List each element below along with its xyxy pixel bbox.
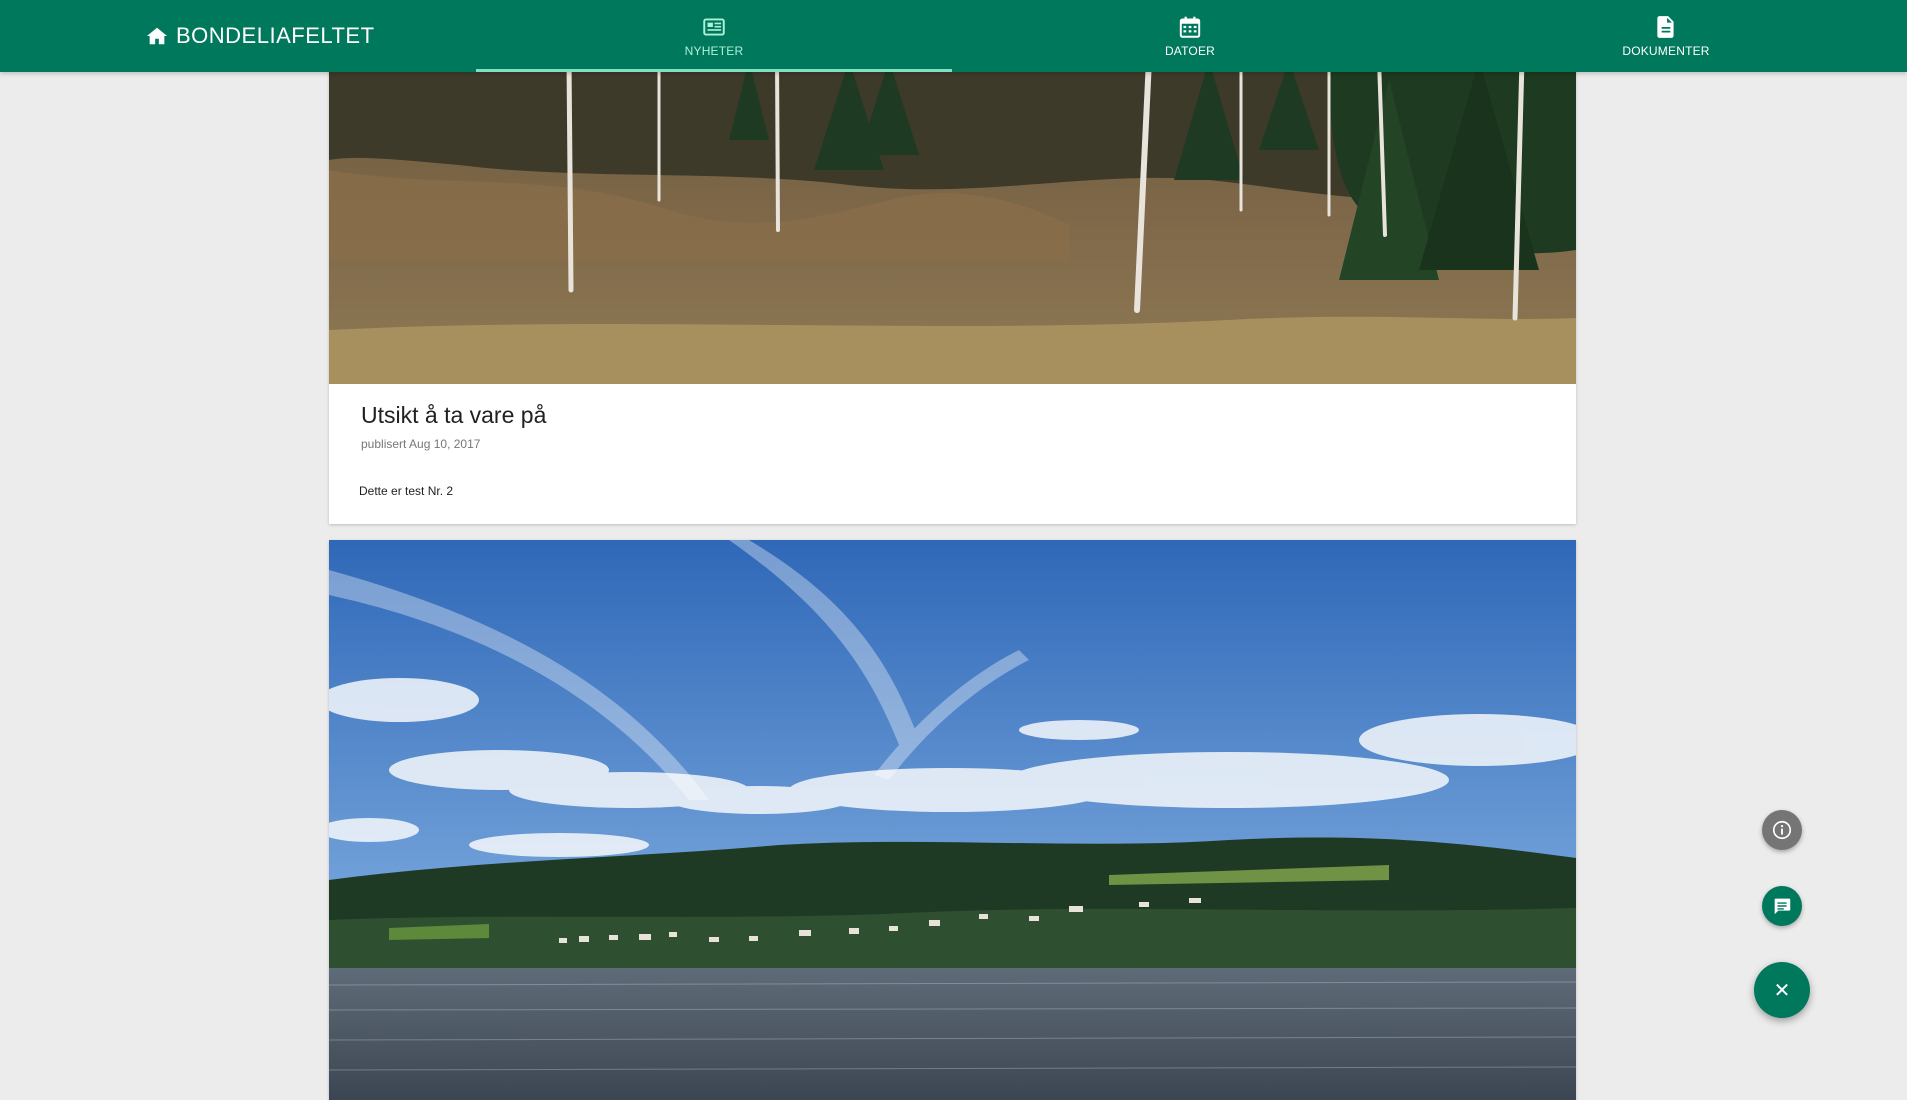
tab-label: DOKUMENTER: [1622, 44, 1710, 58]
chat-button[interactable]: [1762, 886, 1802, 926]
news-feed: Utsikt å ta vare på publisert Aug 10, 20…: [0, 0, 1907, 1100]
close-fab-button[interactable]: ✕: [1754, 962, 1810, 1018]
tab-dokumenter[interactable]: DOKUMENTER: [1428, 0, 1904, 72]
info-button[interactable]: [1762, 810, 1802, 850]
info-icon: [1772, 820, 1792, 840]
close-icon: ✕: [1773, 979, 1791, 1002]
home-icon: [146, 27, 168, 45]
tab-datoer[interactable]: DATOER: [952, 0, 1428, 72]
brand[interactable]: BONDELIAFELTET: [146, 22, 375, 50]
lake-landscape-photo: [329, 540, 1576, 1100]
chat-icon: [1774, 898, 1791, 915]
post-title[interactable]: Utsikt å ta vare på: [361, 402, 546, 429]
post-body: Dette er test Nr. 2: [359, 484, 454, 498]
tab-nyheter[interactable]: NYHETER: [476, 0, 952, 72]
calendar-icon: [1179, 16, 1201, 38]
tab-label: DATOER: [1164, 44, 1216, 58]
news-card[interactable]: Utsikt å ta vare på publisert Aug 10, 20…: [329, 60, 1576, 524]
tab-label: NYHETER: [684, 44, 744, 58]
app-bar: BONDELIAFELTET NYHETER DATOER DOKUMENTER: [0, 0, 1907, 72]
post-date: publisert Aug 10, 2017: [361, 437, 481, 451]
app-title: BONDELIAFELTET: [176, 23, 375, 48]
document-icon: [1657, 16, 1674, 38]
nav-tabs: NYHETER DATOER DOKUMENTER: [476, 0, 1904, 72]
news-card[interactable]: [329, 540, 1576, 1100]
forest-meadow-photo: [329, 60, 1576, 384]
newspaper-icon: [703, 18, 725, 36]
